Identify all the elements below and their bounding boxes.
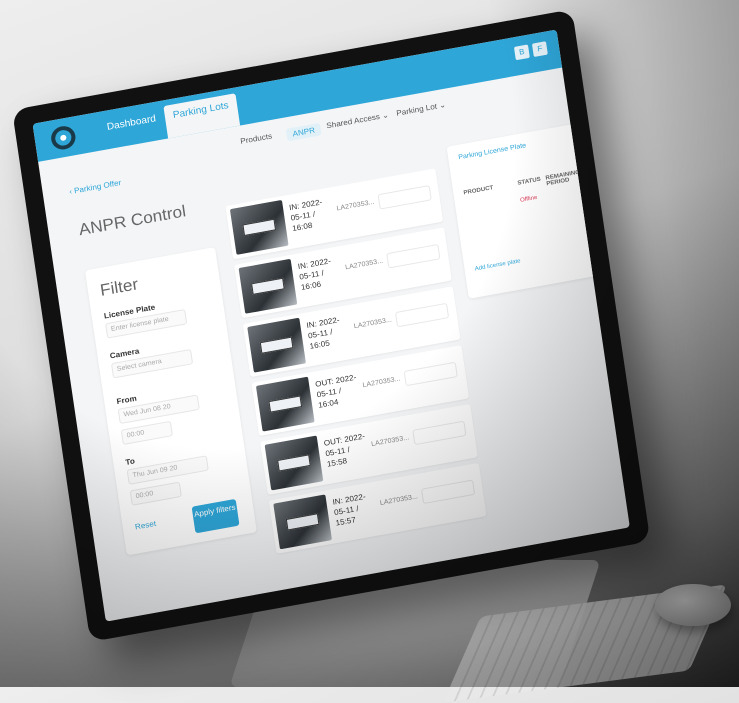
event-time: IN: 2022-05-11 / 15:57 bbox=[331, 492, 367, 528]
back-link[interactable]: ‹ Parking Offer bbox=[69, 178, 122, 196]
nav-dashboard[interactable]: Dashboard bbox=[106, 113, 156, 132]
license-plate-image bbox=[251, 277, 285, 295]
col-status: STATUS bbox=[517, 176, 542, 187]
col-product: PRODUCT bbox=[463, 185, 494, 197]
event-plate-id: LA270353... bbox=[336, 198, 375, 213]
license-plate-image bbox=[277, 454, 311, 472]
apply-filters-button[interactable]: Apply filters bbox=[191, 498, 240, 534]
monitor: Dashboard Parking Lots B F Products ANPR… bbox=[0, 9, 739, 687]
nav-parking-lots[interactable]: Parking Lots bbox=[163, 93, 240, 139]
event-action-field[interactable] bbox=[386, 243, 441, 269]
subnav-anpr[interactable]: ANPR bbox=[285, 122, 322, 142]
event-time: IN: 2022-05-11 / 16:08 bbox=[288, 197, 323, 234]
license-plate-image bbox=[242, 218, 277, 236]
app-screen: Dashboard Parking Lots B F Products ANPR… bbox=[32, 29, 630, 622]
user-menu-avatar[interactable]: F bbox=[531, 41, 548, 58]
license-plate-image bbox=[259, 336, 294, 354]
panel-header: Parking License Plate bbox=[457, 142, 527, 162]
add-license-plate-link[interactable]: Add license plate bbox=[474, 258, 521, 272]
page-title: ANPR Control bbox=[77, 201, 188, 240]
from-time-input[interactable]: 00:00 bbox=[120, 420, 173, 445]
to-time-input[interactable]: 00:00 bbox=[129, 481, 182, 506]
reset-button[interactable]: Reset bbox=[134, 519, 156, 531]
event-action-field[interactable] bbox=[420, 479, 476, 505]
license-plate-panel: Parking License Plate PRODUCT STATUS REM… bbox=[446, 123, 599, 299]
event-action-field[interactable] bbox=[412, 420, 467, 446]
event-plate-id: LA270353... bbox=[379, 493, 419, 507]
filter-panel: Filter License Plate Enter license plate… bbox=[84, 247, 257, 556]
event-time: OUT: 2022-05-11 / 16:04 bbox=[314, 372, 357, 410]
col-remaining: REMAINING PERIOD bbox=[545, 169, 581, 188]
vehicle-snapshot bbox=[255, 376, 315, 432]
event-plate-id: LA270353... bbox=[353, 316, 393, 331]
event-action-field[interactable] bbox=[377, 185, 432, 210]
event-time: IN: 2022-05-11 / 16:06 bbox=[297, 256, 332, 292]
to-label: To bbox=[124, 456, 136, 467]
event-plate-id: LA270353... bbox=[344, 257, 384, 272]
to-date-input[interactable]: Thu Jun 09 20 bbox=[126, 455, 209, 485]
back-link-label: Parking Offer bbox=[73, 178, 122, 196]
subnav-parking-lot[interactable]: Parking Lot ⌄ bbox=[396, 100, 447, 117]
vehicle-snapshot bbox=[273, 494, 332, 550]
vehicle-snapshot bbox=[264, 435, 324, 491]
app-logo[interactable] bbox=[49, 124, 77, 152]
vehicle-snapshot bbox=[238, 258, 298, 314]
status-cell: Offline bbox=[519, 194, 538, 204]
event-plate-id: LA270353... bbox=[362, 375, 401, 390]
from-label: From bbox=[115, 393, 138, 407]
subnav-products[interactable]: Products bbox=[240, 132, 273, 146]
vehicle-snapshot bbox=[229, 199, 289, 255]
subnav-shared-access[interactable]: Shared Access ⌄ bbox=[326, 111, 390, 131]
license-plate-image bbox=[268, 395, 303, 413]
license-plate-image bbox=[285, 513, 320, 531]
event-time: OUT: 2022-05-11 / 15:58 bbox=[323, 431, 366, 469]
user-avatar[interactable]: B bbox=[513, 44, 530, 61]
event-action-field[interactable] bbox=[394, 302, 450, 328]
vehicle-snapshot bbox=[247, 317, 306, 373]
photo-scene: Dashboard Parking Lots B F Products ANPR… bbox=[0, 0, 739, 703]
event-plate-id: LA270353... bbox=[370, 434, 410, 448]
monitor-bezel: Dashboard Parking Lots B F Products ANPR… bbox=[12, 9, 651, 642]
event-time: IN: 2022-05-11 / 16:05 bbox=[305, 315, 341, 351]
event-action-field[interactable] bbox=[403, 361, 458, 387]
filter-title: Filter bbox=[98, 274, 140, 300]
